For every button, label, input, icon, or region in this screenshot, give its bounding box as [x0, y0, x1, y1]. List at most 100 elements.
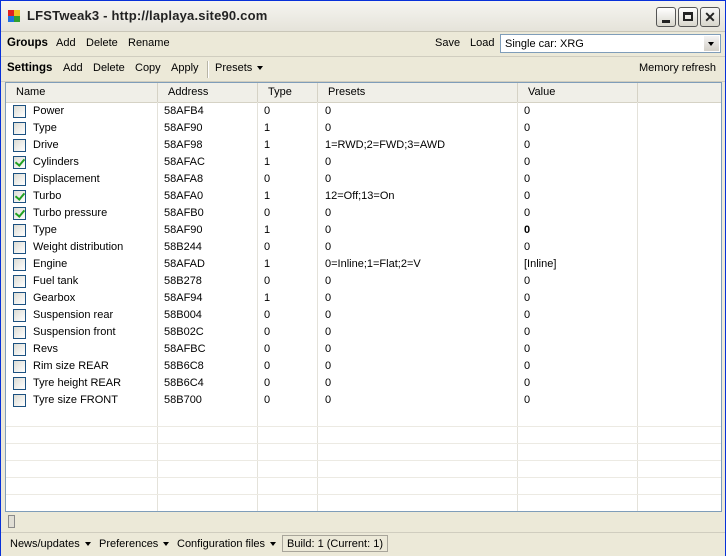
column-header-type[interactable]: Type [258, 83, 318, 102]
apply-button[interactable]: Apply [171, 62, 199, 74]
cell-name[interactable]: Fuel tank [33, 273, 78, 290]
table-row[interactable]: Displacement 58AFA8 0 0 0 [6, 171, 721, 188]
cell-presets[interactable]: 0 [325, 358, 331, 375]
cell-type[interactable]: 0 [264, 375, 270, 392]
cell-address[interactable]: 58B244 [164, 239, 202, 256]
cell-presets[interactable]: 0 [325, 392, 331, 409]
row-checkbox[interactable] [13, 139, 26, 152]
cell-value[interactable]: [Inline] [524, 256, 556, 273]
row-checkbox[interactable] [13, 394, 26, 407]
horizontal-scrollbar[interactable] [5, 513, 722, 529]
groups-rename-button[interactable]: Rename [128, 37, 170, 49]
copy-button[interactable]: Copy [135, 62, 161, 74]
cell-address[interactable]: 58AFAC [164, 154, 205, 171]
cell-value[interactable]: 0 [524, 188, 530, 205]
groups-delete-button[interactable]: Delete [86, 37, 118, 49]
cell-value[interactable]: 0 [524, 103, 530, 120]
cell-type[interactable]: 0 [264, 341, 270, 358]
cell-address[interactable]: 58B02C [164, 324, 204, 341]
cell-address[interactable]: 58AFA8 [164, 171, 203, 188]
cell-address[interactable]: 58AF90 [164, 120, 203, 137]
table-row[interactable]: Cylinders 58AFAC 1 0 0 [6, 154, 721, 171]
cell-value[interactable]: 0 [524, 290, 530, 307]
cell-name[interactable]: Engine [33, 256, 67, 273]
cell-address[interactable]: 58B6C8 [164, 358, 204, 375]
column-header-address[interactable]: Address [158, 83, 258, 102]
cell-presets[interactable]: 0=Inline;1=Flat;2=V [325, 256, 421, 273]
cell-value[interactable]: 0 [524, 375, 530, 392]
row-checkbox[interactable] [13, 343, 26, 356]
cell-value[interactable]: 0 [524, 171, 530, 188]
preferences-dropdown[interactable]: Preferences [99, 538, 170, 550]
cell-value[interactable]: 0 [524, 307, 530, 324]
table-row[interactable]: Weight distribution 58B244 0 0 0 [6, 239, 721, 256]
table-row[interactable]: Tyre size FRONT 58B700 0 0 0 [6, 392, 721, 409]
settings-delete-button[interactable]: Delete [93, 62, 125, 74]
configuration-files-dropdown[interactable]: Configuration files [177, 538, 277, 550]
cell-type[interactable]: 1 [264, 137, 270, 154]
cell-value[interactable]: 0 [524, 120, 530, 137]
cell-name[interactable]: Gearbox [33, 290, 75, 307]
cell-address[interactable]: 58AF90 [164, 222, 203, 239]
cell-presets[interactable]: 0 [325, 103, 331, 120]
row-checkbox[interactable] [13, 156, 26, 169]
cell-type[interactable]: 0 [264, 392, 270, 409]
column-header-presets[interactable]: Presets [318, 83, 518, 102]
cell-type[interactable]: 1 [264, 120, 270, 137]
title-bar[interactable]: LFSTweak3 - http://laplaya.site90.com ✕ [1, 1, 725, 32]
cell-presets[interactable]: 0 [325, 290, 331, 307]
news-updates-dropdown[interactable]: News/updates [10, 538, 91, 550]
cell-presets[interactable]: 0 [325, 307, 331, 324]
cell-address[interactable]: 58AF98 [164, 137, 203, 154]
cell-address[interactable]: 58AFB4 [164, 103, 204, 120]
cell-type[interactable]: 1 [264, 256, 270, 273]
cell-presets[interactable]: 0 [325, 341, 331, 358]
cell-value[interactable]: 0 [524, 154, 530, 171]
cell-type[interactable]: 0 [264, 239, 270, 256]
table-row[interactable]: Type 58AF90 1 0 0 [6, 222, 721, 239]
cell-presets[interactable]: 0 [325, 154, 331, 171]
cell-value[interactable]: 0 [524, 358, 530, 375]
row-checkbox[interactable] [13, 241, 26, 254]
scrollbar-thumb[interactable] [8, 515, 15, 528]
row-checkbox[interactable] [13, 360, 26, 373]
cell-value[interactable]: 0 [524, 341, 530, 358]
cell-name[interactable]: Weight distribution [33, 239, 123, 256]
close-button[interactable]: ✕ [700, 7, 720, 27]
cell-name[interactable]: Revs [33, 341, 58, 358]
cell-value[interactable]: 0 [524, 392, 530, 409]
load-button[interactable]: Load [470, 37, 494, 49]
cell-name[interactable]: Displacement [33, 171, 100, 188]
table-row[interactable]: Tyre height REAR 58B6C4 0 0 0 [6, 375, 721, 392]
table-row[interactable]: Drive 58AF98 1 1=RWD;2=FWD;3=AWD 0 [6, 137, 721, 154]
table-row[interactable]: Turbo pressure 58AFB0 0 0 0 [6, 205, 721, 222]
table-row[interactable]: Suspension front 58B02C 0 0 0 [6, 324, 721, 341]
row-checkbox[interactable] [13, 173, 26, 186]
table-row[interactable]: Suspension rear 58B004 0 0 0 [6, 307, 721, 324]
cell-name[interactable]: Tyre size FRONT [33, 392, 118, 409]
cell-address[interactable]: 58B004 [164, 307, 202, 324]
cell-value[interactable]: 0 [524, 273, 530, 290]
row-checkbox[interactable] [13, 224, 26, 237]
cell-type[interactable]: 1 [264, 222, 270, 239]
cell-type[interactable]: 1 [264, 188, 270, 205]
column-header-value[interactable]: Value [518, 83, 638, 102]
row-checkbox[interactable] [13, 309, 26, 322]
cell-address[interactable]: 58AFB0 [164, 205, 204, 222]
cell-type[interactable]: 1 [264, 290, 270, 307]
cell-name[interactable]: Turbo pressure [33, 205, 107, 222]
cell-name[interactable]: Suspension rear [33, 307, 113, 324]
cell-value[interactable]: 0 [524, 222, 530, 239]
row-checkbox[interactable] [13, 292, 26, 305]
cell-name[interactable]: Tyre height REAR [33, 375, 121, 392]
cell-address[interactable]: 58AFA0 [164, 188, 203, 205]
cell-address[interactable]: 58B6C4 [164, 375, 204, 392]
cell-address[interactable]: 58AFBC [164, 341, 206, 358]
table-row[interactable]: Gearbox 58AF94 1 0 0 [6, 290, 721, 307]
cell-address[interactable]: 58B278 [164, 273, 202, 290]
cell-value[interactable]: 0 [524, 239, 530, 256]
cell-presets[interactable]: 0 [325, 171, 331, 188]
cell-presets[interactable]: 0 [325, 273, 331, 290]
row-checkbox[interactable] [13, 377, 26, 390]
cell-type[interactable]: 0 [264, 273, 270, 290]
